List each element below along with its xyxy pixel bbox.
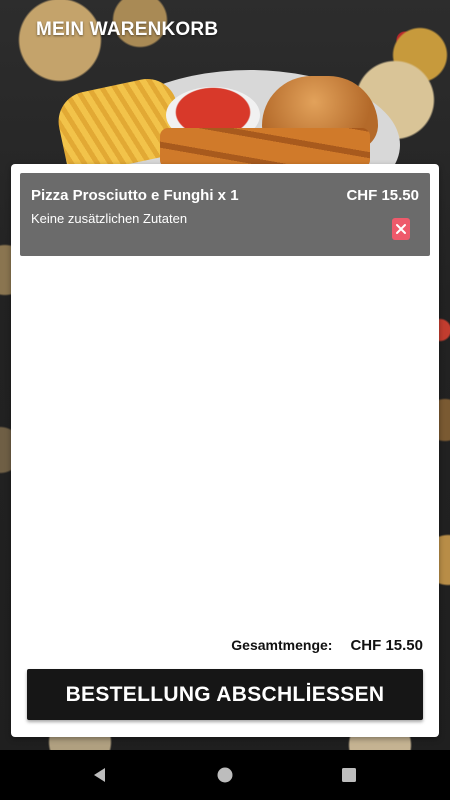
back-button[interactable]: [89, 764, 111, 786]
back-icon: [94, 768, 105, 782]
item-price: CHF 15.50: [346, 187, 419, 204]
total-label: Gesamtmenge:: [231, 637, 333, 653]
background-chicken-sticks: [160, 128, 370, 168]
close-icon: [396, 224, 406, 234]
recent-apps-button[interactable]: [338, 764, 360, 786]
home-button[interactable]: [214, 764, 236, 786]
remove-item-button[interactable]: [392, 218, 410, 240]
recent-apps-icon: [342, 768, 356, 782]
home-icon: [217, 767, 233, 783]
cart-item: Pizza Prosciutto e Funghi x 1 CHF 15.50 …: [20, 173, 430, 256]
page-title: MEIN WARENKORB: [36, 19, 219, 40]
total-row: Gesamtmenge: CHF 15.50: [11, 634, 423, 656]
item-name: Pizza Prosciutto e Funghi x 1: [31, 187, 239, 204]
checkout-button[interactable]: BESTELLUNG ABSCHLİESSEN: [27, 669, 423, 720]
cart-panel: Pizza Prosciutto e Funghi x 1 CHF 15.50 …: [11, 164, 439, 737]
total-amount: CHF 15.50: [350, 636, 423, 654]
item-extras: Keine zusätzlichen Zutaten: [31, 211, 188, 226]
android-navigation-bar: [0, 750, 450, 800]
